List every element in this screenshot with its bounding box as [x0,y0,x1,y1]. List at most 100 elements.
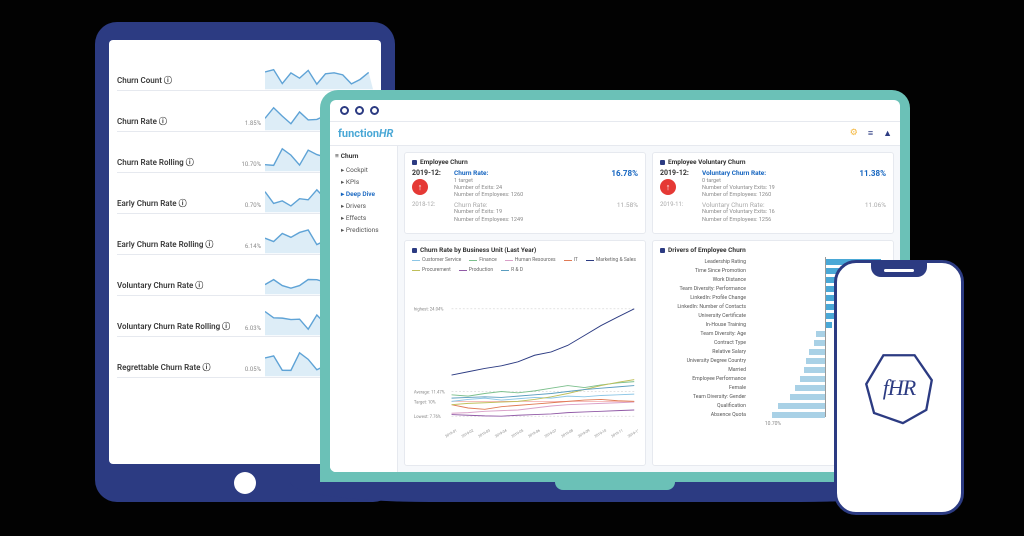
main-content: Employee Churn 2019-12: ↑ Churn Rate: 16… [398,146,900,472]
driver-label: Leadership Rating [660,259,750,265]
svg-text:Lowest: 7.76%: Lowest: 7.76% [414,415,441,420]
card-title: Employee Voluntary Churn [660,158,886,166]
metric-row[interactable]: Churn Count ⓘ [117,50,373,91]
driver-bar [800,376,824,382]
sidebar-item[interactable]: ▸ Drivers [335,200,392,212]
legend-item[interactable]: Customer Service [412,257,461,263]
sidebar-item[interactable]: ▸ Cockpit [335,164,392,176]
bulb-icon[interactable]: ⚙ [850,128,858,139]
svg-text:2019-09: 2019-09 [577,429,590,439]
browser-controls [330,100,900,122]
user-icon[interactable]: ▲ [883,128,892,139]
brand-text-2: HR [379,127,393,140]
sidebar-item[interactable]: ▸ KPIs [335,176,392,188]
app-header: functionHR ⚙ ≡ ▲ [330,122,900,146]
driver-bar [809,349,825,355]
sidebar-title: ≡Churn [335,152,392,160]
traffic-light-dot[interactable] [370,106,379,115]
sidebar-item[interactable]: ▸ Predictions [335,224,392,236]
metric-label: Churn Count ⓘ [117,75,237,90]
sidebar-item[interactable]: ▸ Deep Dive [335,188,392,200]
laptop-screen: functionHR ⚙ ≡ ▲ ≡Churn ▸ Cockpit▸ KPIs▸… [330,100,900,472]
kpi-period: 2019-12: [660,169,689,177]
svg-text:2019-02: 2019-02 [461,429,474,439]
metric-value: 10.70% [237,161,265,172]
driver-label: Married [660,367,750,373]
metric-label: Voluntary Churn Rate Rolling ⓘ [117,321,237,336]
brand-logo[interactable]: functionHR [338,127,393,140]
phone-notch [871,263,927,277]
card-bu-chart: Churn Rate by Business Unit (Last Year) … [404,240,646,466]
svg-text:2019-12: 2019-12 [627,429,638,439]
metric-label: Regrettable Churn Rate ⓘ [117,362,237,377]
metric-value: 6.14% [237,243,265,254]
header-icons: ⚙ ≡ ▲ [850,128,892,139]
card-employee-churn: Employee Churn 2019-12: ↑ Churn Rate: 16… [404,152,646,234]
legend-item[interactable]: Production [459,267,493,273]
line-chart-svg: highest: 24.04% Target: 10% Average: 11.47… [412,275,638,460]
brand-text-1: function [338,127,379,140]
kpi-metric: Churn Rate: [454,169,488,178]
driver-bar [825,322,832,328]
svg-text:2019-04: 2019-04 [494,429,507,439]
metric-value: 0.70% [237,202,265,213]
card-voluntary-churn: Employee Voluntary Churn 2019-12: ↑ Volu… [652,152,894,234]
card-title: Churn Rate by Business Unit (Last Year) [412,246,638,254]
driver-label: Team Diversity: Age [660,331,750,337]
driver-bar [814,340,824,346]
home-button[interactable] [234,472,256,494]
legend-item[interactable]: Finance [469,257,497,263]
card-title: Employee Churn [412,158,638,166]
driver-bar [795,385,825,391]
logo-text: fHR [860,349,938,427]
sparkline [265,56,373,90]
menu-icon[interactable]: ≡ [868,128,873,139]
svg-text:Average: 11.47%: Average: 11.47% [414,391,445,396]
driver-label: LinkedIn: Profile Change [660,295,750,301]
driver-label: In-House Training [660,322,750,328]
metric-value: 0.05% [237,366,265,377]
legend-item[interactable]: IT [564,257,578,263]
app-body: ≡Churn ▸ Cockpit▸ KPIs▸ Deep Dive▸ Drive… [330,146,900,472]
metric-label: Churn Rate Rolling ⓘ [117,157,237,172]
legend-item[interactable]: Marketing & Sales [586,257,636,263]
svg-text:highest: 24.04%: highest: 24.04% [414,308,444,313]
svg-text:2019-06: 2019-06 [527,429,540,439]
driver-bar [806,358,825,364]
driver-label: Female [660,385,750,391]
svg-text:Target: 10%: Target: 10% [414,400,436,405]
svg-text:2019-10: 2019-10 [594,429,607,439]
legend-item[interactable]: R & D [501,267,523,273]
driver-bar [772,412,824,418]
metric-label: Early Churn Rate ⓘ [117,198,237,213]
phone-device: fHR [834,260,964,515]
svg-text:2019-01: 2019-01 [444,429,457,439]
metric-value: 6.03% [237,325,265,336]
metric-label: Churn Rate ⓘ [117,116,237,131]
kpi-value: 11.38% [859,169,886,178]
kpi-period: 2019-12: [412,169,441,177]
svg-text:2019-05: 2019-05 [511,429,524,439]
laptop-device: functionHR ⚙ ≡ ▲ ≡Churn ▸ Cockpit▸ KPIs▸… [320,90,910,502]
traffic-light-dot[interactable] [340,106,349,115]
driver-label: University Degree Country [660,358,750,364]
metric-value [237,291,265,295]
driver-bar [778,403,825,409]
driver-label: Contract Type [660,340,750,346]
laptop-frame: functionHR ⚙ ≡ ▲ ≡Churn ▸ Cockpit▸ KPIs▸… [320,90,910,482]
svg-text:2019-11: 2019-11 [610,429,623,439]
legend-item[interactable]: Procurement [412,267,451,273]
kpi-value: 16.78% [611,169,638,178]
traffic-light-dot[interactable] [355,106,364,115]
driver-label: Time Since Promotion [660,268,750,274]
metric-value [237,86,265,90]
driver-bar [816,331,825,337]
chart-legend: Customer Service Finance Human Resources IT… [412,257,638,273]
driver-label: Relative Salary [660,349,750,355]
phone-logo: fHR [860,349,938,427]
svg-text:2019-07: 2019-07 [544,429,557,439]
driver-bar [804,367,825,373]
sidebar-item[interactable]: ▸ Effects [335,212,392,224]
driver-label: Qualification [660,403,750,409]
legend-item[interactable]: Human Resources [505,257,556,263]
